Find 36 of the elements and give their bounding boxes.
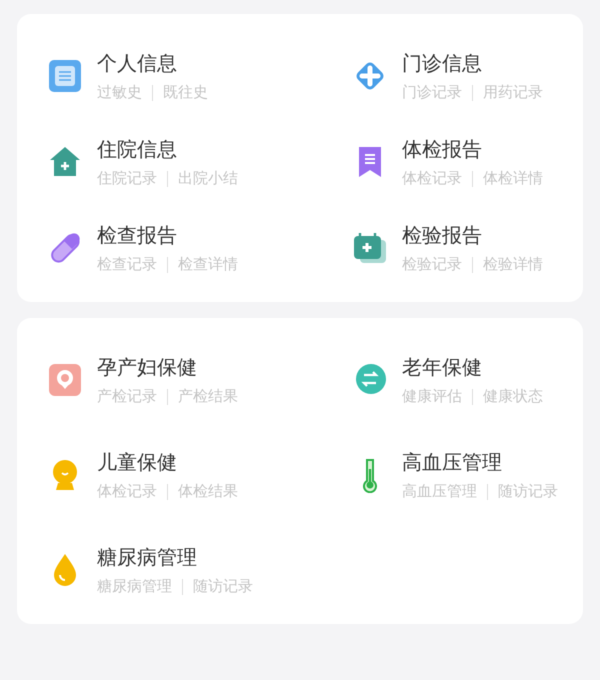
item-title[interactable]: 门诊信息 bbox=[402, 50, 543, 77]
item-title[interactable]: 检验报告 bbox=[402, 222, 543, 249]
sub-link[interactable]: 检查详情 bbox=[178, 255, 238, 274]
sub-link[interactable]: 过敏史 bbox=[97, 83, 142, 102]
item-title[interactable]: 住院信息 bbox=[97, 136, 238, 163]
sub-link[interactable]: 产检结果 bbox=[178, 387, 238, 406]
item-title[interactable]: 老年保健 bbox=[402, 354, 543, 381]
sub-link[interactable]: 高血压管理 bbox=[402, 482, 477, 501]
sub-link[interactable]: 体检记录 bbox=[97, 482, 157, 501]
item-title[interactable]: 检查报告 bbox=[97, 222, 238, 249]
calendar-plus-icon bbox=[352, 230, 388, 266]
sub-link[interactable]: 健康状态 bbox=[483, 387, 543, 406]
sub-link[interactable]: 出院小结 bbox=[178, 169, 238, 188]
item-title[interactable]: 个人信息 bbox=[97, 50, 208, 77]
pin-icon bbox=[47, 362, 83, 398]
sub-link[interactable]: 检验详情 bbox=[483, 255, 543, 274]
sub-link[interactable]: 产检记录 bbox=[97, 387, 157, 406]
item-title[interactable]: 糖尿病管理 bbox=[97, 544, 253, 571]
sub-link[interactable]: 随访记录 bbox=[193, 577, 253, 596]
sub-link[interactable]: 检查记录 bbox=[97, 255, 157, 274]
item-title[interactable]: 高血压管理 bbox=[402, 449, 558, 476]
item-title[interactable]: 体检报告 bbox=[402, 136, 543, 163]
sub-link[interactable]: 用药记录 bbox=[483, 83, 543, 102]
sub-link[interactable]: 住院记录 bbox=[97, 169, 157, 188]
sub-link[interactable]: 随访记录 bbox=[498, 482, 558, 501]
sub-link[interactable]: 体检结果 bbox=[178, 482, 238, 501]
sub-link[interactable]: 检验记录 bbox=[402, 255, 462, 274]
sub-link[interactable]: 糖尿病管理 bbox=[97, 577, 172, 596]
sub-link[interactable]: 门诊记录 bbox=[402, 83, 462, 102]
sub-link[interactable]: 体检详情 bbox=[483, 169, 543, 188]
profile-card-icon bbox=[47, 58, 83, 94]
sub-link[interactable]: 既往史 bbox=[163, 83, 208, 102]
sub-link[interactable]: 健康评估 bbox=[402, 387, 462, 406]
sub-link[interactable]: 体检记录 bbox=[402, 169, 462, 188]
item-title[interactable]: 孕产妇保健 bbox=[97, 354, 238, 381]
item-title[interactable]: 儿童保健 bbox=[97, 449, 238, 476]
